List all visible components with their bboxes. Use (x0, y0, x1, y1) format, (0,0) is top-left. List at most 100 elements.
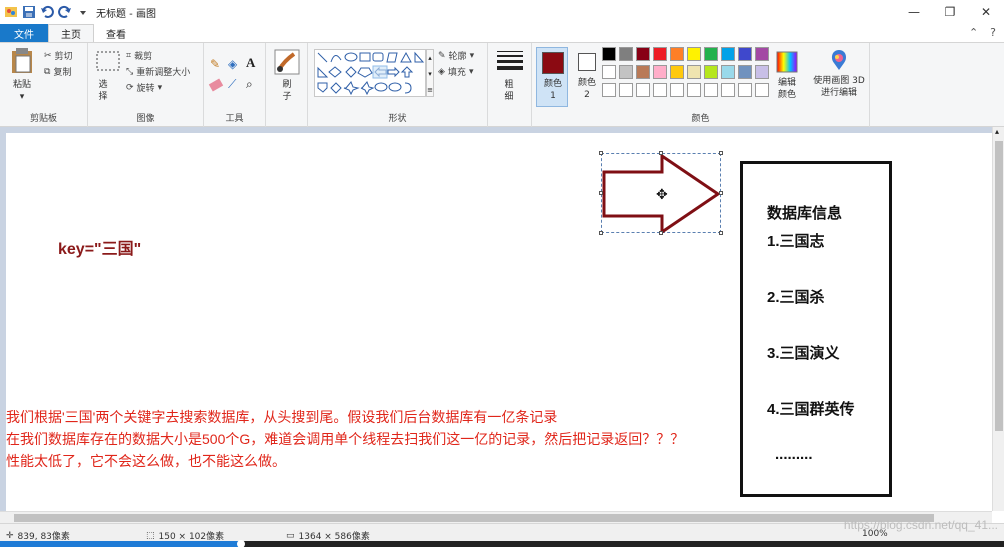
palette-swatch[interactable] (636, 47, 650, 61)
palette-swatch[interactable] (738, 65, 752, 79)
pencil-icon[interactable]: ✎ (210, 57, 220, 71)
database-item: 1.三国志 (767, 233, 825, 250)
horizontal-scroll-thumb[interactable] (14, 514, 934, 522)
tab-file[interactable]: 文件 (0, 24, 48, 42)
selection-handle[interactable] (599, 151, 603, 155)
clipboard-group: 粘贴 ▾ ✂ 剪切 ⧉ 复制 剪贴板 (0, 43, 88, 127)
size-group[interactable]: 粗细 (488, 43, 532, 127)
brushes-label: 刷子 (282, 80, 292, 102)
magnifier-icon[interactable]: ⌕ (246, 77, 253, 92)
edit-colors-button[interactable]: 编辑颜色 (772, 47, 802, 107)
save-icon[interactable] (22, 5, 36, 19)
select-icon (96, 51, 120, 71)
cut-button[interactable]: ✂ 剪切 (44, 49, 73, 63)
color1-label: 颜色 1 (543, 79, 562, 101)
palette-swatch[interactable] (670, 83, 684, 97)
palette-swatch[interactable] (687, 65, 701, 79)
edit-colors-label: 编辑颜色 (777, 78, 796, 100)
fill-button[interactable]: ◈ 填充 ▾ (438, 65, 473, 79)
palette-swatch[interactable] (602, 47, 616, 61)
rotate-button[interactable]: ⟳ 旋转 ▾ (126, 81, 162, 95)
vertical-scrollbar[interactable]: ▴ (992, 127, 1004, 511)
color-picker-icon[interactable]: ⟋ (228, 77, 236, 92)
image-group: 选择 ⌗ 裁剪 ⤡ 重新调整大小 ⟳ 旋转 ▾ 图像 (88, 43, 204, 127)
palette-swatch[interactable] (653, 83, 667, 97)
palette-swatch[interactable] (636, 83, 650, 97)
undo-icon[interactable] (40, 5, 54, 19)
tab-view[interactable]: 查看 (94, 24, 138, 42)
palette-swatch[interactable] (721, 47, 735, 61)
palette-swatch[interactable] (670, 65, 684, 79)
palette-swatch[interactable] (755, 65, 769, 79)
eraser-icon[interactable] (208, 78, 224, 92)
palette-swatch[interactable] (670, 47, 684, 61)
palette-swatch[interactable] (687, 47, 701, 61)
palette-swatch[interactable] (619, 65, 633, 79)
help-icon[interactable]: ? (990, 26, 996, 39)
resize-button[interactable]: ⤡ 重新调整大小 (126, 65, 191, 79)
paint3d-icon (831, 50, 847, 70)
palette-swatch[interactable] (738, 47, 752, 61)
palette-swatch[interactable] (619, 47, 633, 61)
watermark: https://blog.csdn.net/qq_41... (843, 518, 998, 532)
paste-button[interactable]: 粘贴 ▾ (8, 47, 36, 105)
customize-toolbar-icon[interactable] (76, 5, 90, 19)
palette-swatch[interactable] (653, 65, 667, 79)
video-progress-fill (0, 541, 241, 547)
scroll-up-icon[interactable]: ▴ (995, 127, 999, 136)
copy-label: 复制 (53, 68, 72, 78)
drawing-canvas[interactable]: key="三国" ✥ 数据库信息 1.三国志 2.三国杀 3.三国演义 4.三国… (6, 133, 992, 511)
palette-swatch[interactable] (636, 65, 650, 79)
shapes-group: ▴ ▾ ≡ ✎ 轮廓 ▾ ◈ 填充 ▾ 形状 (308, 43, 488, 127)
video-progress-track[interactable] (0, 540, 1004, 547)
collapse-ribbon-icon[interactable]: ⌃ (969, 26, 978, 39)
color2-label: 颜色 2 (577, 78, 596, 100)
palette-swatch[interactable] (619, 83, 633, 97)
selection-handle[interactable] (659, 151, 663, 155)
vertical-scroll-thumb[interactable] (995, 141, 1003, 431)
brushes-group[interactable]: 刷子 (266, 43, 308, 127)
color1-button[interactable]: 颜色 1 (536, 47, 568, 107)
image-group-label: 图像 (136, 114, 155, 124)
palette-swatch[interactable] (653, 47, 667, 61)
selection-handle[interactable] (719, 231, 723, 235)
palette-swatch[interactable] (755, 83, 769, 97)
arrow-selection[interactable]: ✥ (599, 151, 723, 235)
palette-swatch[interactable] (704, 65, 718, 79)
crop-label: 裁剪 (134, 52, 153, 62)
selection-handle[interactable] (719, 151, 723, 155)
palette-swatch[interactable] (721, 65, 735, 79)
text-icon[interactable]: A (246, 55, 255, 71)
palette-swatch[interactable] (721, 83, 735, 97)
selection-handle[interactable] (659, 231, 663, 235)
database-info-box: 数据库信息 1.三国志 2.三国杀 3.三国演义 4.三国群英传 .......… (740, 161, 892, 497)
tab-home[interactable]: 主页 (48, 24, 94, 42)
palette-swatch[interactable] (687, 83, 701, 97)
database-item: 3.三国演义 (767, 345, 840, 362)
paint3d-button[interactable]: 使用画图 3D 进行编辑 (810, 47, 868, 109)
outline-button[interactable]: ✎ 轮廓 ▾ (438, 49, 474, 63)
window-controls: — ❐ ✕ (896, 0, 1004, 24)
shapes-scroll[interactable]: ▴ ▾ ≡ (426, 49, 434, 97)
video-progress-handle[interactable] (236, 540, 245, 547)
palette-swatch[interactable] (602, 65, 616, 79)
resize-label: 重新调整大小 (136, 68, 191, 78)
maximize-button[interactable]: ❐ (932, 0, 968, 24)
palette-swatch[interactable] (704, 47, 718, 61)
fill-icon[interactable]: ◈ (228, 57, 237, 71)
select-button[interactable]: 选择 (94, 47, 122, 105)
palette-swatch[interactable] (602, 83, 616, 97)
selection-handle[interactable] (599, 231, 603, 235)
palette-swatch[interactable] (704, 83, 718, 97)
shapes-gallery[interactable] (314, 49, 426, 97)
redo-icon[interactable] (58, 5, 72, 19)
palette-swatch[interactable] (738, 83, 752, 97)
close-button[interactable]: ✕ (968, 0, 1004, 24)
selection-handle[interactable] (719, 191, 723, 195)
palette-swatch[interactable] (755, 47, 769, 61)
color2-button[interactable]: 颜色 2 (572, 47, 602, 107)
selection-handle[interactable] (599, 191, 603, 195)
crop-button[interactable]: ⌗ 裁剪 (126, 49, 153, 63)
minimize-button[interactable]: — (896, 0, 932, 24)
copy-button[interactable]: ⧉ 复制 (44, 65, 72, 79)
